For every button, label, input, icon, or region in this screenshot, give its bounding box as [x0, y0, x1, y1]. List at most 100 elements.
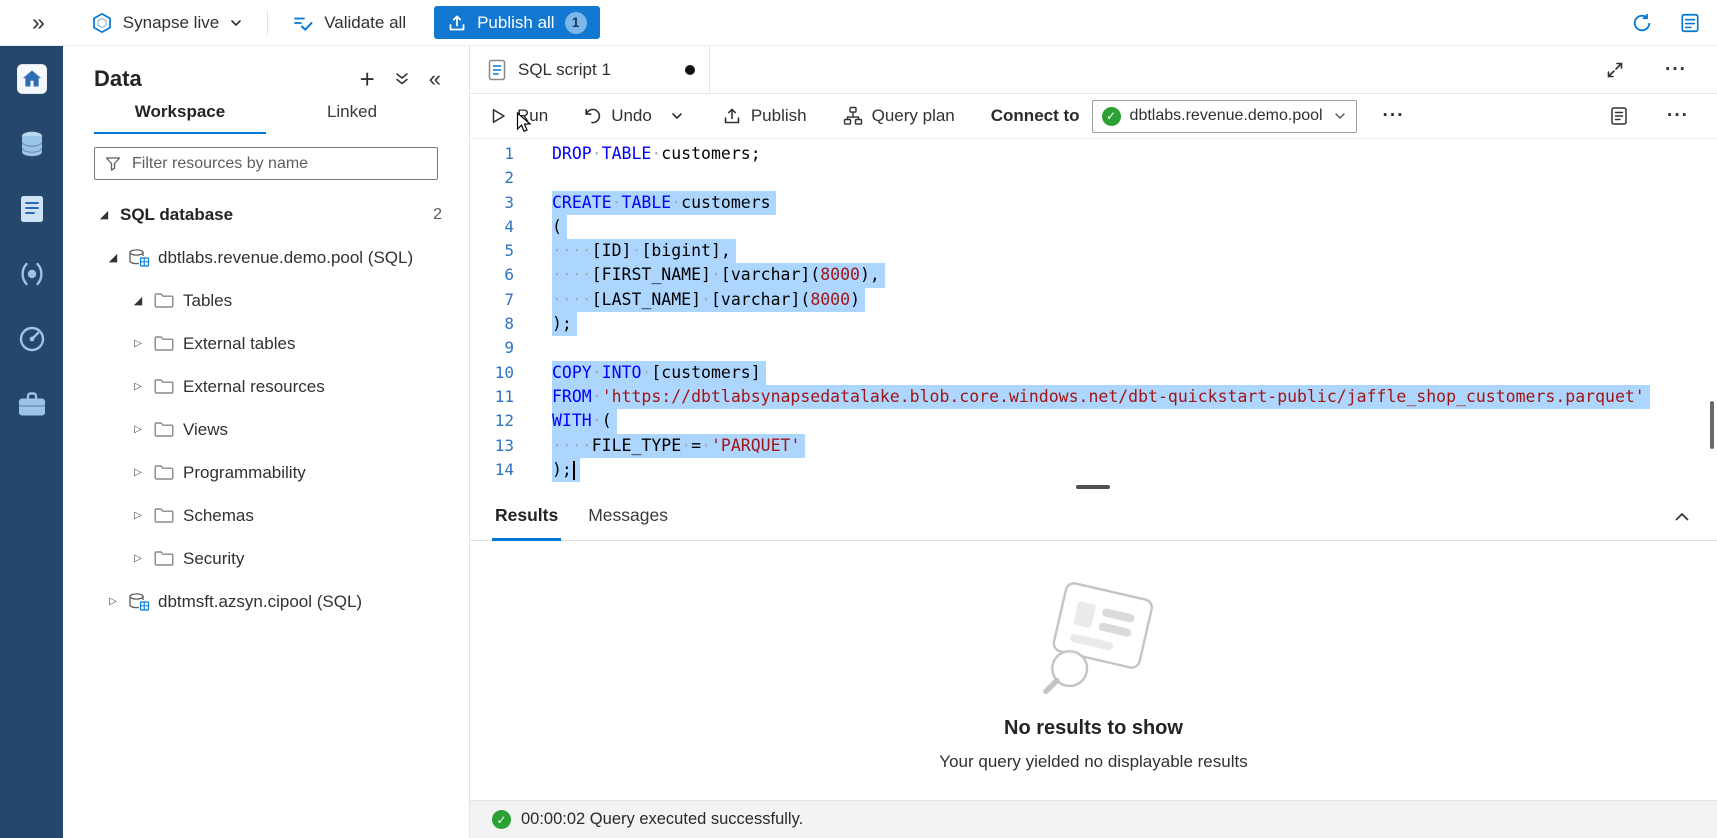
query-plan-button[interactable]: Query plan	[833, 94, 965, 138]
line-number: 10	[470, 361, 514, 385]
tree-item[interactable]: ▷Views	[63, 408, 469, 451]
code-line[interactable]: 2	[470, 166, 1717, 190]
expanded-arrow-icon[interactable]: ◢	[128, 294, 148, 307]
code-line[interactable]: 13····FILE_TYPE·=·'PARQUET'	[470, 434, 1717, 458]
code-text-selected: WITH·(	[552, 409, 617, 433]
toolbar-overflow-icon[interactable]: ···	[1659, 105, 1697, 127]
properties-icon[interactable]	[1609, 106, 1629, 126]
expand-icon[interactable]	[1605, 60, 1625, 80]
code-line[interactable]: 5····[ID]·[bigint],	[470, 239, 1717, 263]
code-line[interactable]: 4(	[470, 215, 1717, 239]
publish-button[interactable]: Publish	[712, 94, 817, 138]
collapsed-arrow-icon[interactable]: ▷	[103, 596, 123, 607]
tree-item-label: SQL database	[120, 205, 233, 225]
task-list-icon[interactable]	[1679, 12, 1701, 34]
double-chevron-down-icon[interactable]	[393, 70, 411, 88]
collapsed-arrow-icon[interactable]: ▷	[128, 424, 148, 435]
filter-input[interactable]	[130, 154, 428, 174]
collapse-panel-icon[interactable]: «	[429, 68, 441, 90]
data-panel-tabs: Workspace Linked	[94, 102, 438, 134]
publish-label: Publish	[751, 106, 807, 126]
tree-item[interactable]: ▷External tables	[63, 322, 469, 365]
tab-messages[interactable]: Messages	[573, 505, 683, 540]
manage-icon[interactable]	[11, 383, 53, 425]
tab-linked[interactable]: Linked	[266, 102, 438, 134]
tree-item[interactable]: ▷External resources	[63, 365, 469, 408]
collapsed-arrow-icon[interactable]: ▷	[128, 510, 148, 521]
tree-item[interactable]: ▷ Programmability	[63, 451, 469, 494]
data-panel-title: Data	[94, 66, 142, 92]
monitor-icon[interactable]	[11, 318, 53, 360]
expanded-arrow-icon[interactable]: ◢	[94, 208, 114, 221]
refresh-icon[interactable]	[1631, 12, 1653, 34]
left-nav-rail	[0, 46, 63, 838]
collapsed-arrow-icon[interactable]: ▷	[128, 553, 148, 564]
toolbar-more-icon[interactable]: ···	[1375, 105, 1413, 127]
publish-all-button[interactable]: Publish all 1	[434, 6, 600, 39]
tree-item[interactable]: ▷ Security	[63, 537, 469, 580]
integrate-icon[interactable]	[11, 253, 53, 295]
expanded-arrow-icon[interactable]: ◢	[103, 251, 123, 264]
main-area: SQL script 1 ··· Run Undo	[470, 46, 1717, 838]
home-icon[interactable]	[11, 58, 53, 100]
folder-icon	[152, 292, 176, 309]
code-line[interactable]: 12WITH·(	[470, 409, 1717, 433]
collapsed-arrow-icon[interactable]: ▷	[128, 381, 148, 392]
double-chevron-right-icon[interactable]: »	[32, 11, 45, 34]
collapse-results-icon[interactable]	[1673, 508, 1691, 526]
code-line[interactable]: 8);	[470, 312, 1717, 336]
code-line[interactable]: 6····[FIRST_NAME]·[varchar](8000),	[470, 263, 1717, 287]
publish-arrow-icon	[722, 106, 742, 126]
tab-workspace[interactable]: Workspace	[94, 102, 266, 134]
tree-item[interactable]: ◢Tables	[63, 279, 469, 322]
tree-item[interactable]: ▷dbtmsft.azsyn.cipool (SQL)	[63, 580, 469, 623]
success-check-icon: ✓	[492, 810, 511, 829]
tab-sql-script-1[interactable]: SQL script 1	[470, 46, 710, 93]
collapsed-arrow-icon[interactable]: ▷	[128, 467, 148, 478]
tree-item-label: Security	[183, 549, 244, 569]
query-plan-icon	[843, 106, 863, 126]
run-button[interactable]: Run	[478, 94, 558, 138]
tab-more-icon[interactable]: ···	[1657, 59, 1695, 81]
workspace-switcher[interactable]: Synapse live	[91, 12, 243, 34]
code-line[interactable]: 1DROP·TABLE·customers;	[470, 142, 1717, 166]
vertical-scrollbar[interactable]	[1710, 401, 1714, 449]
line-number: 8	[470, 312, 514, 336]
sql-code-editor[interactable]: 1DROP·TABLE·customers;23CREATE·TABLE·cus…	[470, 139, 1717, 491]
undo-button[interactable]: Undo	[572, 94, 662, 138]
code-text-selected: );	[552, 312, 577, 336]
tree-item[interactable]: ▷ Schemas	[63, 494, 469, 537]
code-line[interactable]: 7····[LAST_NAME]·[varchar](8000)	[470, 288, 1717, 312]
code-line[interactable]: 3CREATE·TABLE·customers	[470, 191, 1717, 215]
undo-icon	[582, 106, 602, 126]
collapsed-arrow-icon[interactable]: ▷	[128, 338, 148, 349]
publish-icon	[447, 13, 467, 33]
folder-icon	[152, 378, 176, 395]
undo-dropdown-icon[interactable]	[662, 94, 692, 138]
sql-script-icon	[487, 59, 507, 81]
code-line[interactable]: 14);	[470, 458, 1717, 482]
tab-results[interactable]: Results	[480, 505, 573, 540]
tree-item[interactable]: ◢ dbtlabs.revenue.demo.pool (SQL)	[63, 236, 469, 279]
pool-select-dropdown[interactable]: ✓ dbtlabs.revenue.demo.pool	[1092, 100, 1357, 133]
pool-name: dbtlabs.revenue.demo.pool	[1130, 107, 1323, 125]
no-results-illustration-icon	[1011, 577, 1176, 707]
add-resource-icon[interactable]: +	[360, 66, 375, 92]
tree-item-label: dbtlabs.revenue.demo.pool (SQL)	[158, 248, 413, 268]
tree-item-label: Schemas	[183, 506, 254, 526]
horizontal-scrollbar[interactable]	[1076, 485, 1110, 489]
code-line[interactable]: 10COPY·INTO·[customers]	[470, 361, 1717, 385]
code-line[interactable]: 9	[470, 336, 1717, 360]
tree-item-label: Programmability	[183, 463, 306, 483]
pool-status-check-icon: ✓	[1102, 107, 1121, 126]
synapse-logo-icon	[91, 12, 113, 34]
line-number: 9	[470, 336, 514, 360]
code-line[interactable]: 11FROM·'https://dbtlabsynapsedatalake.bl…	[470, 385, 1717, 409]
top-bar: » Synapse live Validate all Publish all …	[0, 0, 1717, 46]
line-number: 4	[470, 215, 514, 239]
develop-icon[interactable]	[11, 188, 53, 230]
validate-all-button[interactable]: Validate all	[292, 12, 406, 34]
data-icon[interactable]	[11, 123, 53, 165]
tree-item[interactable]: ◢SQL database2	[63, 193, 469, 236]
workspace-name: Synapse live	[123, 13, 219, 33]
